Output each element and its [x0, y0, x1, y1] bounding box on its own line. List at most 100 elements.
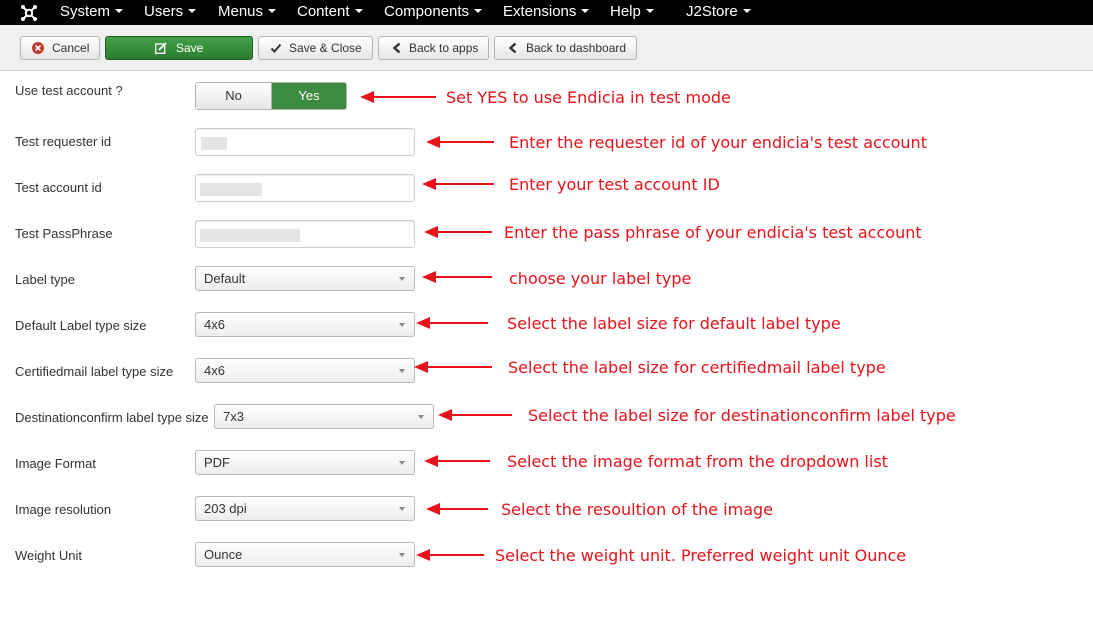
back-to-apps-label: Back to apps	[409, 41, 479, 55]
arrow-head-icon	[416, 317, 430, 329]
nav-users[interactable]: Users	[144, 0, 197, 25]
nav-j2store[interactable]: J2Store	[686, 0, 751, 25]
use-test-account-label: Use test account ?	[15, 83, 123, 98]
cancel-icon	[32, 42, 44, 54]
nav-components-label: Components	[384, 3, 470, 20]
weight-unit-label: Weight Unit	[15, 548, 82, 563]
chevron-down-icon	[474, 9, 483, 14]
toggle-yes-button[interactable]: Yes	[272, 83, 346, 109]
nav-help-label: Help	[610, 3, 641, 20]
certifiedmail-label-size-select[interactable]: 4x6	[195, 358, 415, 383]
arrow-head-icon	[422, 271, 436, 283]
nav-users-label: Users	[144, 3, 184, 20]
chevron-down-icon	[268, 9, 277, 14]
certifiedmail-label-size-value: 4x6	[204, 363, 225, 378]
annotation-note: Select the image format from the dropdow…	[507, 452, 888, 471]
annotation-note: Enter the pass phrase of your endicia's …	[504, 223, 922, 242]
destinationconfirm-label-size-select[interactable]: 7x3	[214, 404, 434, 429]
test-requester-id-label: Test requester id	[15, 134, 112, 149]
check-icon	[270, 43, 282, 53]
chevron-down-icon	[742, 9, 751, 14]
save-label: Save	[176, 41, 204, 55]
annotation-note: Select the label size for default label …	[507, 314, 841, 333]
arrow-head-icon	[422, 178, 436, 190]
redacted-value	[200, 183, 262, 196]
image-resolution-select[interactable]: 203 dpi	[195, 496, 415, 521]
annotation-note: choose your label type	[509, 269, 692, 288]
edit-icon	[155, 42, 167, 54]
default-label-size-select[interactable]: 4x6	[195, 312, 415, 337]
annotation-note: Select the resoultion of the image	[501, 500, 773, 519]
arrow-head-icon	[416, 549, 430, 561]
cancel-label: Cancel	[52, 41, 90, 55]
nav-system-label: System	[60, 3, 111, 20]
chevron-down-icon	[399, 277, 405, 281]
certifiedmail-label-size-label: Certifiedmail label type size	[15, 364, 174, 379]
chevron-down-icon	[188, 9, 197, 14]
use-test-account-toggle: No Yes	[195, 82, 347, 110]
chevron-down-icon	[399, 369, 405, 373]
chevron-down-icon	[354, 9, 363, 14]
label-type-label: Label type	[15, 272, 75, 287]
chevron-down-icon	[399, 461, 405, 465]
image-resolution-value: 203 dpi	[204, 501, 247, 516]
test-passphrase-input[interactable]	[195, 220, 415, 248]
back-to-dashboard-label: Back to dashboard	[526, 41, 627, 55]
chevron-down-icon	[645, 9, 654, 14]
arrow-head-icon	[424, 226, 438, 238]
joomla-logo-icon[interactable]	[20, 4, 38, 22]
redacted-value	[201, 137, 227, 150]
label-type-select[interactable]: Default	[195, 266, 415, 291]
nav-content[interactable]: Content	[297, 0, 363, 25]
save-button[interactable]: Save	[105, 36, 253, 60]
annotation-note: Select the label size for certifiedmail …	[508, 358, 886, 377]
annotation-note: Select the label size for destinationcon…	[528, 406, 956, 425]
nav-j2store-label: J2Store	[686, 3, 738, 20]
nav-extensions[interactable]: Extensions	[503, 0, 590, 25]
top-navbar: System Users Menus Content Components Ex…	[0, 0, 1093, 25]
nav-menus-label: Menus	[218, 3, 264, 20]
arrow-head-icon	[426, 503, 440, 515]
chevron-down-icon	[399, 323, 405, 327]
label-type-value: Default	[204, 271, 246, 286]
back-to-apps-button[interactable]: Back to apps	[378, 36, 489, 60]
arrow-head-icon	[424, 455, 438, 467]
destinationconfirm-label-size-value: 7x3	[223, 409, 244, 424]
annotation-note: Select the weight unit. Preferred weight…	[495, 546, 907, 565]
nav-extensions-label: Extensions	[503, 3, 577, 20]
nav-menus[interactable]: Menus	[218, 0, 277, 25]
test-requester-id-input[interactable]	[195, 128, 415, 156]
chevron-down-icon	[399, 507, 405, 511]
arrow-head-icon	[360, 91, 374, 103]
image-format-value: PDF	[204, 455, 230, 470]
save-close-label: Save & Close	[289, 41, 362, 55]
toolbar: Cancel Save Save & Close Back to apps Ba…	[0, 25, 1093, 71]
image-format-label: Image Format	[15, 456, 96, 471]
default-label-size-label: Default Label type size	[15, 318, 147, 333]
save-close-button[interactable]: Save & Close	[258, 36, 373, 60]
chevron-left-icon	[392, 42, 401, 54]
image-resolution-label: Image resolution	[15, 502, 112, 517]
image-format-select[interactable]: PDF	[195, 450, 415, 475]
toggle-no-button[interactable]: No	[196, 83, 272, 109]
annotation-note: Set YES to use Endicia in test mode	[446, 88, 731, 107]
nav-components[interactable]: Components	[384, 0, 483, 25]
test-passphrase-label: Test PassPhrase	[15, 226, 113, 241]
nav-system[interactable]: System	[60, 0, 124, 25]
annotation-note: Enter the requester id of your endicia's…	[509, 133, 927, 152]
nav-help[interactable]: Help	[610, 0, 654, 25]
back-to-dashboard-button[interactable]: Back to dashboard	[494, 36, 637, 60]
test-account-id-input[interactable]	[195, 174, 415, 202]
destinationconfirm-label-size-label: Destinationconfirm label type size	[15, 410, 209, 425]
chevron-down-icon	[581, 9, 590, 14]
weight-unit-select[interactable]: Ounce	[195, 542, 415, 567]
chevron-left-icon	[508, 42, 517, 54]
cancel-button[interactable]: Cancel	[20, 36, 100, 60]
chevron-down-icon	[418, 415, 424, 419]
arrow-head-icon	[414, 361, 428, 373]
annotation-note: Enter your test account ID	[509, 175, 720, 194]
test-account-id-label: Test account id	[15, 180, 102, 195]
arrow-head-icon	[426, 136, 440, 148]
redacted-value	[200, 229, 300, 242]
default-label-size-value: 4x6	[204, 317, 225, 332]
